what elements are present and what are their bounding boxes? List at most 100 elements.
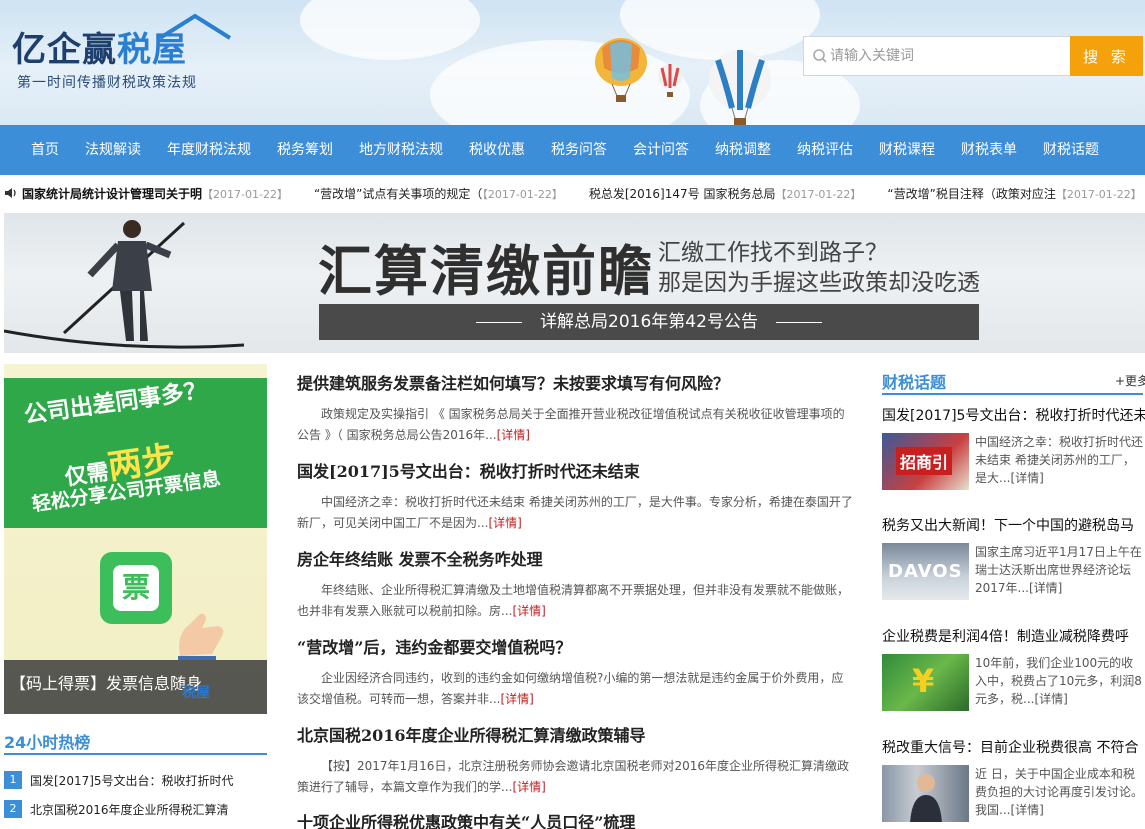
tightrope-walker-icon [4, 220, 244, 349]
article-title[interactable]: 提供建筑服务发票备注栏如何填写？未按要求填写有何风险？ [297, 370, 853, 394]
topic-summary: 10年前，我们企业100元的收入中，税费占了10元多，利润8元多，税...[详情… [975, 656, 1142, 706]
topic-item: 国发[2017]5号文出台：税收打折时代还未 招商引 中国经济之幸：税收打折时代… [882, 405, 1145, 490]
news-ticker: 国家统计局统计设计管理司关于明【2017-01-22】 “营改增”试点有关事项的… [0, 175, 1145, 211]
banner-subtitle: 那是因为手握这些政策却没吃透 [658, 270, 980, 296]
ad-logo: 税屋 [182, 685, 210, 701]
article-item: 房企年终结账 发票不全税务咋处理 年终结账、企业所得税汇算清缴及土地增值税清算都… [297, 546, 853, 622]
nav-item-home[interactable]: 首页 [18, 125, 72, 175]
main-nav: 首页 法规解读 年度财税法规 税务筹划 地方财税法规 税收优惠 税务问答 会计问… [0, 125, 1145, 175]
nav-item-annual-tax-laws[interactable]: 年度财税法规 [154, 125, 264, 175]
details-link[interactable]: [详情] [512, 780, 545, 794]
divider [775, 321, 822, 323]
more-link[interactable]: +更多 [1115, 372, 1145, 389]
topic-title[interactable]: 税改重大信号：目前企业税费很高 不符合 [882, 737, 1145, 757]
topic-title[interactable]: 国发[2017]5号文出台：税收打折时代还未 [882, 405, 1145, 425]
nav-item-tax-assessment[interactable]: 纳税评估 [784, 125, 866, 175]
article-item: “营改增”后，违约金都要交增值税吗？ 企业因经济合同违约，收到的违约金如何缴纳增… [297, 634, 853, 710]
topic-title[interactable]: 企业税费是利润4倍！制造业减税降费呼 [882, 626, 1145, 646]
details-link[interactable]: [详情] [1034, 692, 1067, 706]
ticker-item[interactable]: 国家统计局统计设计管理司关于明【2017-01-22】 [22, 185, 288, 202]
list-item[interactable]: 1 国发[2017]5号文出台：税收打折时代 [4, 770, 267, 790]
balloon-icon [709, 50, 771, 125]
nav-item-tax-courses[interactable]: 财税课程 [866, 125, 948, 175]
promo-ad[interactable]: 公司出差同事多？ 仅需两步 轻松分享公司开票信息 票 【码上得票】发票信息随身 … [4, 364, 267, 714]
rank-badge: 2 [4, 800, 22, 818]
topic-thumbnail[interactable]: 招商引 [882, 433, 969, 490]
article-summary: 年终结账、企业所得税汇算清缴及土地增值税清算都离不开票据处理，但并非没有发票就不… [297, 583, 850, 618]
ticker-item[interactable]: 税总发[2016]147号 国家税务总局【2017-01-22】 [589, 185, 862, 202]
rank-badge: 1 [4, 771, 22, 789]
article-summary: 企业因经济合同违约，收到的违约金如何缴纳增值税?小编的第一想法就是违约金属于价外… [297, 671, 844, 706]
divider [476, 321, 523, 323]
ticker-item[interactable]: “营改增”税目注释（政策对应注【2017-01-22】 [887, 185, 1141, 202]
hero-banner[interactable]: 汇算清缴前瞻 汇缴工作找不到路子？ 那是因为手握这些政策却没吃透 详解总局201… [4, 213, 1145, 353]
search-input[interactable] [830, 37, 1066, 75]
ticker-list: 国家统计局统计设计管理司关于明【2017-01-22】 “营改增”试点有关事项的… [22, 175, 1145, 211]
divider [4, 753, 267, 755]
article-title[interactable]: 北京国税2016年度企业所得税汇算清缴政策辅导 [297, 722, 853, 746]
nav-item-tax-planning[interactable]: 税务筹划 [264, 125, 346, 175]
details-link[interactable]: [详情] [488, 516, 521, 530]
topic-summary: 国家主席习近平1月17日上午在瑞士达沃斯出席世界经济论坛2017年...[详情] [975, 545, 1142, 595]
details-link[interactable]: [详情] [512, 604, 545, 618]
nav-item-local-tax-laws[interactable]: 地方财税法规 [346, 125, 456, 175]
article-item: 北京国税2016年度企业所得税汇算清缴政策辅导 【按】2017年1月16日，北京… [297, 722, 853, 798]
site-logo[interactable]: 亿企赢税屋 [12, 13, 232, 71]
balloon-icon [658, 64, 682, 97]
nav-item-tax-forms[interactable]: 财税表单 [948, 125, 1030, 175]
site-slogan: 第一时间传播财税政策法规 [17, 75, 197, 91]
topic-item: 企业税费是利润4倍！制造业减税降费呼 ¥ 10年前，我们企业100元的收入中，税… [882, 626, 1145, 711]
search-button[interactable]: 搜 索 [1070, 36, 1143, 76]
speaker-icon [5, 188, 16, 198]
topic-thumbnail[interactable]: DAVOS [882, 543, 969, 600]
article-summary: 政策规定及实操指引 《 国家税务总局关于全面推开营业税改征增值税试点有关税收征收… [297, 407, 845, 442]
cloud-decoration [430, 40, 690, 125]
article-item: 提供建筑服务发票备注栏如何填写？未按要求填写有何风险？ 政策规定及实操指引 《 … [297, 370, 853, 446]
search-box [803, 36, 1071, 76]
banner-subtitle: 汇缴工作找不到路子？ [658, 240, 888, 266]
topic-item: 税改重大信号：目前企业税费很高 不符合 近 日，关于中国企业成本和税费负担的大讨… [882, 737, 1145, 822]
banner-cta: 详解总局2016年第42号公告 [319, 304, 979, 340]
details-link[interactable]: [详情] [1010, 803, 1043, 817]
article-title[interactable]: 国发[2017]5号文出台：税收打折时代还未结束 [297, 458, 853, 482]
topic-thumbnail[interactable] [882, 765, 969, 822]
divider [882, 393, 1143, 395]
list-item[interactable]: 2 北京国税2016年度企业所得税汇算清 [4, 799, 267, 819]
article-summary: 中国经济之幸：税收打折时代还未结束 希捷关闭苏州的工厂，是大件事。专家分析，希捷… [297, 495, 853, 530]
ticket-icon: 票 [100, 552, 172, 624]
hand-icon [178, 613, 224, 660]
topic-summary: 中国经济之幸：税收打折时代还未结束 希捷关闭苏州的工厂，是大...[详情] [975, 435, 1144, 485]
article-title[interactable]: 房企年终结账 发票不全税务咋处理 [297, 546, 853, 570]
details-link[interactable]: [详情] [1010, 471, 1043, 485]
nav-item-accounting-qa[interactable]: 会计问答 [620, 125, 702, 175]
ticker-item[interactable]: “营改增”试点有关事项的规定（【2017-01-22】 [314, 185, 563, 202]
article-item: 国发[2017]5号文出台：税收打折时代还未结束 中国经济之幸：税收打折时代还未… [297, 458, 853, 534]
cloud-decoration [300, 0, 480, 60]
nav-item-law-interpretation[interactable]: 法规解读 [72, 125, 154, 175]
nav-item-tax-incentives[interactable]: 税收优惠 [456, 125, 538, 175]
list-item-text: 北京国税2016年度企业所得税汇算清 [30, 802, 229, 817]
article-item: 十项企业所得税优惠政策中有关“人员口径”梳理 [297, 809, 853, 829]
article-title[interactable]: “营改增”后，违约金都要交增值税吗？ [297, 634, 853, 658]
details-link[interactable]: [详情] [1029, 581, 1062, 595]
article-title[interactable]: 十项企业所得税优惠政策中有关“人员口径”梳理 [297, 809, 853, 829]
search-icon [813, 49, 827, 63]
house-icon [158, 13, 232, 40]
person-icon [910, 774, 942, 822]
article-summary: 【按】2017年1月16日，北京注册税务师协会邀请北京国税老师对2016年度企业… [297, 759, 849, 794]
hot-list-title: 24小时热榜 [4, 733, 91, 752]
nav-item-tax-adjustment[interactable]: 纳税调整 [702, 125, 784, 175]
topic-item: 税务又出大新闻！下一个中国的避税岛马 DAVOS 国家主席习近平1月17日上午在… [882, 515, 1145, 600]
site-header: 亿企赢税屋 第一时间传播财税政策法规 搜 索 [0, 0, 1145, 125]
nav-item-tax-qa[interactable]: 税务问答 [538, 125, 620, 175]
topic-thumbnail[interactable]: ¥ [882, 654, 969, 711]
details-link[interactable]: [详情] [497, 428, 530, 442]
list-item-text: 国发[2017]5号文出台：税收打折时代 [30, 773, 234, 788]
ticket-char: 票 [113, 565, 159, 611]
side-section-title: 财税话题 [882, 373, 947, 392]
details-link[interactable]: [详情] [500, 692, 533, 706]
ad-caption: 【码上得票】发票信息随身 [4, 660, 267, 714]
banner-title: 汇算清缴前瞻 [318, 240, 654, 303]
topic-title[interactable]: 税务又出大新闻！下一个中国的避税岛马 [882, 515, 1145, 535]
nav-item-tax-topics[interactable]: 财税话题 [1030, 125, 1112, 175]
